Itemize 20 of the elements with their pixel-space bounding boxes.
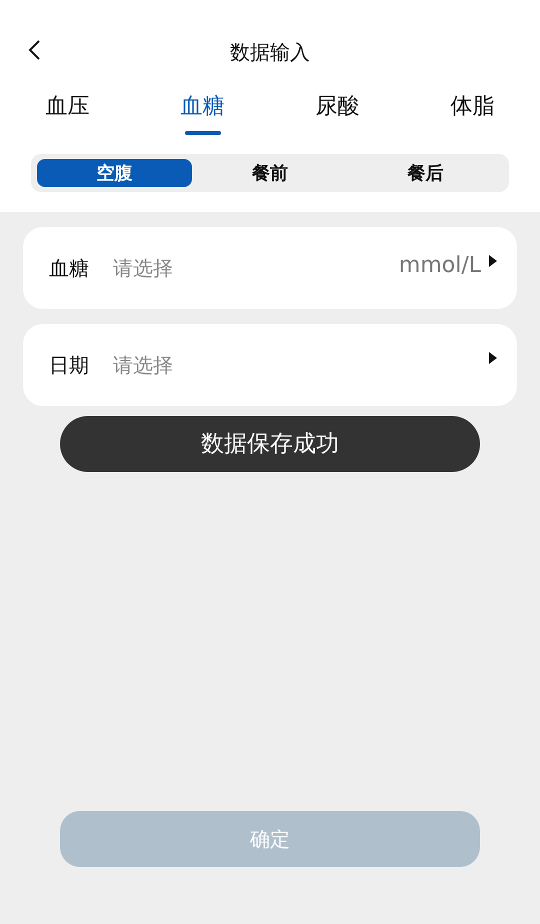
form-row[interactable]: 日期 请选择 (23, 324, 517, 406)
segment[interactable]: 空腹 (37, 159, 192, 187)
field-label: 血糖 (49, 255, 90, 282)
back-icon[interactable] (27, 40, 41, 60)
page-title: 数据输入 (230, 39, 310, 66)
select-field[interactable]: 请选择 (113, 350, 489, 380)
toast: 数据保存成功 (60, 416, 480, 472)
caret-icon (489, 255, 497, 267)
select-field[interactable]: 请选择 (113, 253, 399, 283)
segment[interactable]: 餐后 (348, 159, 503, 187)
field-label: 日期 (49, 352, 90, 379)
caret-icon (489, 352, 497, 364)
tab[interactable]: 尿酸 (270, 78, 405, 142)
tab-indicator (184, 131, 220, 135)
tab[interactable]: 体脂 (405, 78, 540, 142)
segment[interactable]: 餐前 (192, 159, 348, 187)
tab[interactable]: 血压 (0, 78, 135, 142)
unit-label: mmol/L (398, 252, 481, 280)
form-row[interactable]: 血糖 请选择 mmol/L (23, 227, 517, 309)
tab[interactable]: 血糖 (135, 78, 270, 142)
